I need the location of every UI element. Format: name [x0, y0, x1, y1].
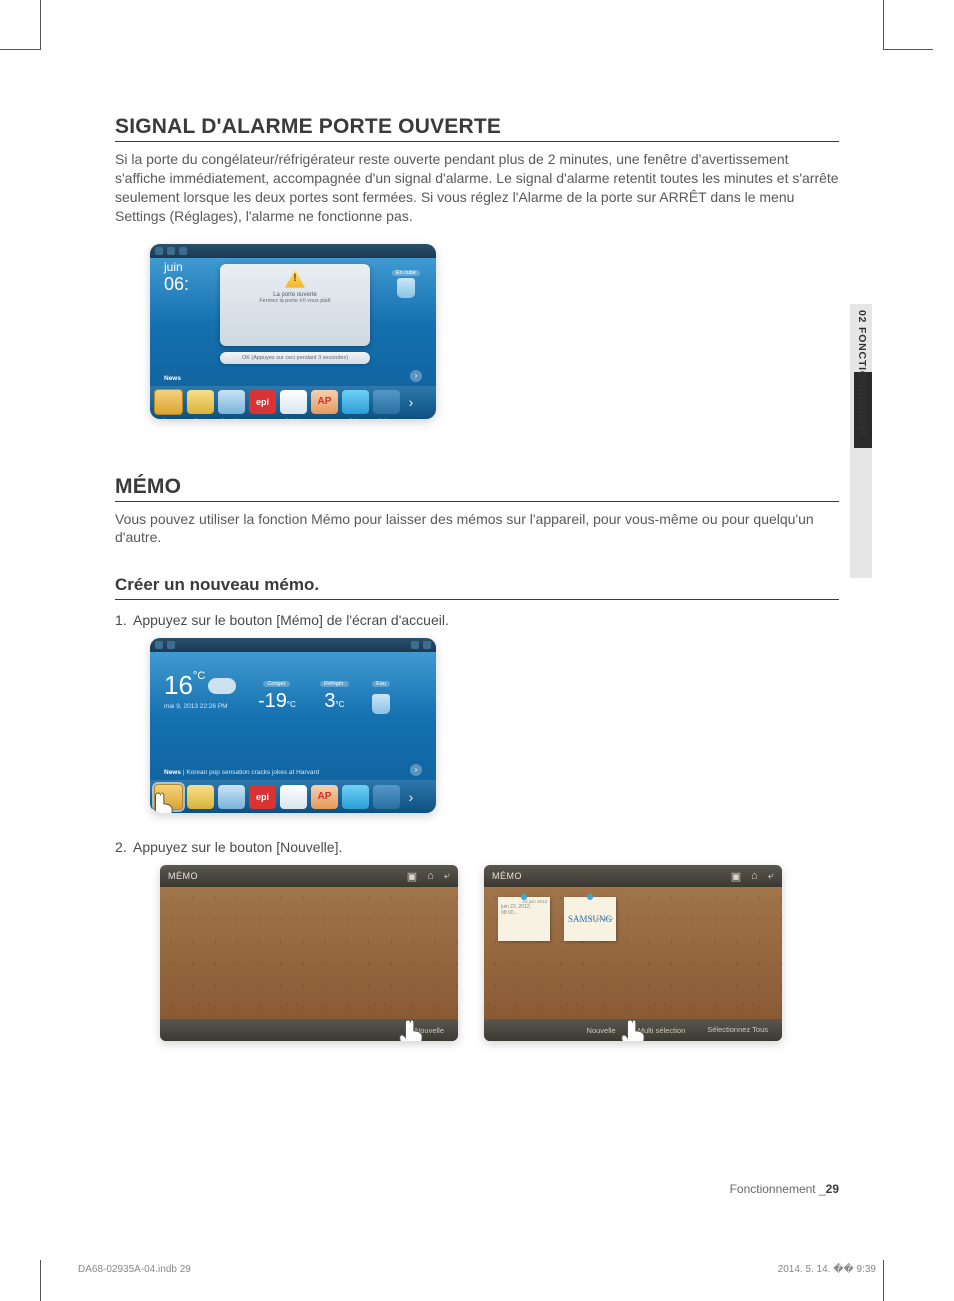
- dock-next-icon[interactable]: ›: [404, 390, 418, 414]
- app-grocery[interactable]: GroceryMgr: [218, 390, 245, 414]
- print-metadata: DA68-02935A-04.indb 29 2014. 5. 14. �� 9…: [78, 1264, 876, 1275]
- ice-widget: En cube: [392, 270, 420, 298]
- back-icon[interactable]: ⤶: [444, 870, 450, 883]
- ok-button[interactable]: OK (Appuyez sur ceci pendant 3 secondes): [220, 352, 370, 364]
- home-icon[interactable]: ⌂: [427, 870, 434, 883]
- section-memo-body: Vous pouvez utiliser la fonction Mémo po…: [115, 510, 839, 548]
- app-calendar[interactable]: Calendar: [280, 785, 307, 809]
- select-all-button[interactable]: Sélectionnez Tous: [707, 1026, 768, 1034]
- app-twitter[interactable]: Twitter: [342, 785, 369, 809]
- step-1: 1.Appuyez sur le bouton [Mémo] de l'écra…: [115, 612, 839, 628]
- dock-next-icon[interactable]: ›: [404, 785, 418, 809]
- section-memo-title: MÉMO: [115, 475, 839, 502]
- page-footer: Fonctionnement _29: [115, 1182, 839, 1196]
- news-ticker: News ›: [164, 375, 422, 382]
- clock-widget: juin 06:: [164, 260, 189, 295]
- status-bar: [150, 244, 436, 258]
- save-icon[interactable]: ▣: [407, 870, 417, 883]
- step-2: 2.Appuyez sur le bouton [Nouvelle].: [115, 839, 839, 855]
- app-settings[interactable]: Settings: [373, 390, 400, 414]
- chevron-right-icon[interactable]: ›: [410, 370, 422, 382]
- section-alarm-title: SIGNAL D'ALARME PORTE OUVERTE: [115, 115, 839, 142]
- back-icon[interactable]: ⤶: [768, 870, 774, 883]
- alert-line2: Fermez la porte s'il vous plaît: [220, 298, 370, 304]
- app-apnews[interactable]: AP: [311, 390, 338, 414]
- app-photos[interactable]: Photos: [187, 785, 214, 809]
- chevron-right-icon[interactable]: ›: [410, 764, 422, 776]
- save-icon[interactable]: ▣: [731, 870, 741, 883]
- app-settings[interactable]: Settings: [373, 785, 400, 809]
- home-icon[interactable]: ⌂: [751, 870, 758, 883]
- cup-icon: [372, 694, 390, 714]
- pin-icon: [521, 894, 527, 900]
- memo-app-title: MÉMO: [168, 871, 198, 881]
- freezer-widget: Congel. -19°C: [258, 672, 296, 713]
- app-photos[interactable]: Photos: [187, 390, 214, 414]
- cloud-icon: [208, 678, 236, 694]
- app-epicurious[interactable]: epi: [249, 785, 276, 809]
- section-alarm-body: Si la porte du congélateur/réfrigérateur…: [115, 150, 839, 226]
- app-memo[interactable]: Memo: [154, 389, 183, 415]
- news-ticker: News | Korean pop sensation cracks jokes…: [164, 769, 422, 776]
- chapter-side-tab: 02 FONCTIONNEMENT: [842, 304, 872, 578]
- memo-app-title: MÉMO: [492, 871, 522, 881]
- warning-icon: [285, 270, 305, 288]
- memo-board: [160, 887, 458, 1019]
- tap-hand-icon: [396, 1015, 430, 1041]
- app-calendar[interactable]: Calendar: [280, 390, 307, 414]
- side-tab-label: 02 FONCTIONNEMENT: [856, 310, 868, 437]
- subsection-create-memo: Créer un nouveau mémo.: [115, 575, 839, 600]
- app-grocery[interactable]: GroceryMgr: [218, 785, 245, 809]
- app-twitter[interactable]: Twitter: [342, 390, 369, 414]
- screenshot-memo-notes: MÉMO ▣ ⌂ ⤶ 23 juin 2013 juin 22, 2012, 0…: [484, 865, 782, 1041]
- app-dock: Memo Photos GroceryMgr epi Calendar AP T…: [150, 780, 436, 813]
- fridge-widget: Réfrigér. 3°C: [320, 672, 349, 713]
- door-open-alert-dialog: La porte ouverte Fermez la porte s'il vo…: [220, 264, 370, 346]
- cup-icon: [397, 278, 415, 298]
- screenshot-alarm: juin 06: La porte ouverte Fermez la port…: [150, 244, 436, 419]
- status-bar: [150, 638, 436, 652]
- tap-hand-icon: [618, 1015, 652, 1041]
- new-memo-button[interactable]: Nouvelle: [587, 1026, 616, 1035]
- memo-board: 23 juin 2013 juin 22, 2012, 08:00... 23 …: [484, 887, 782, 1019]
- memo-note[interactable]: 23 juin 2013 juin 22, 2012, 08:00...: [498, 897, 550, 941]
- memo-note[interactable]: 23 juin 2013 SAMSUNG: [564, 897, 616, 941]
- water-widget: Eau: [372, 672, 390, 714]
- screenshot-memo-empty: MÉMO ▣ ⌂ ⤶ Nouvelle: [160, 865, 458, 1041]
- app-dock: Memo Photos GroceryMgr epi Calendar AP T…: [150, 386, 436, 419]
- app-epicurious[interactable]: epi: [249, 390, 276, 414]
- tap-hand-icon: [150, 788, 180, 813]
- app-apnews[interactable]: AP: [311, 785, 338, 809]
- screenshot-home: 16°C mai 9, 2013 22:26 PM Congel. -19°C …: [150, 638, 436, 813]
